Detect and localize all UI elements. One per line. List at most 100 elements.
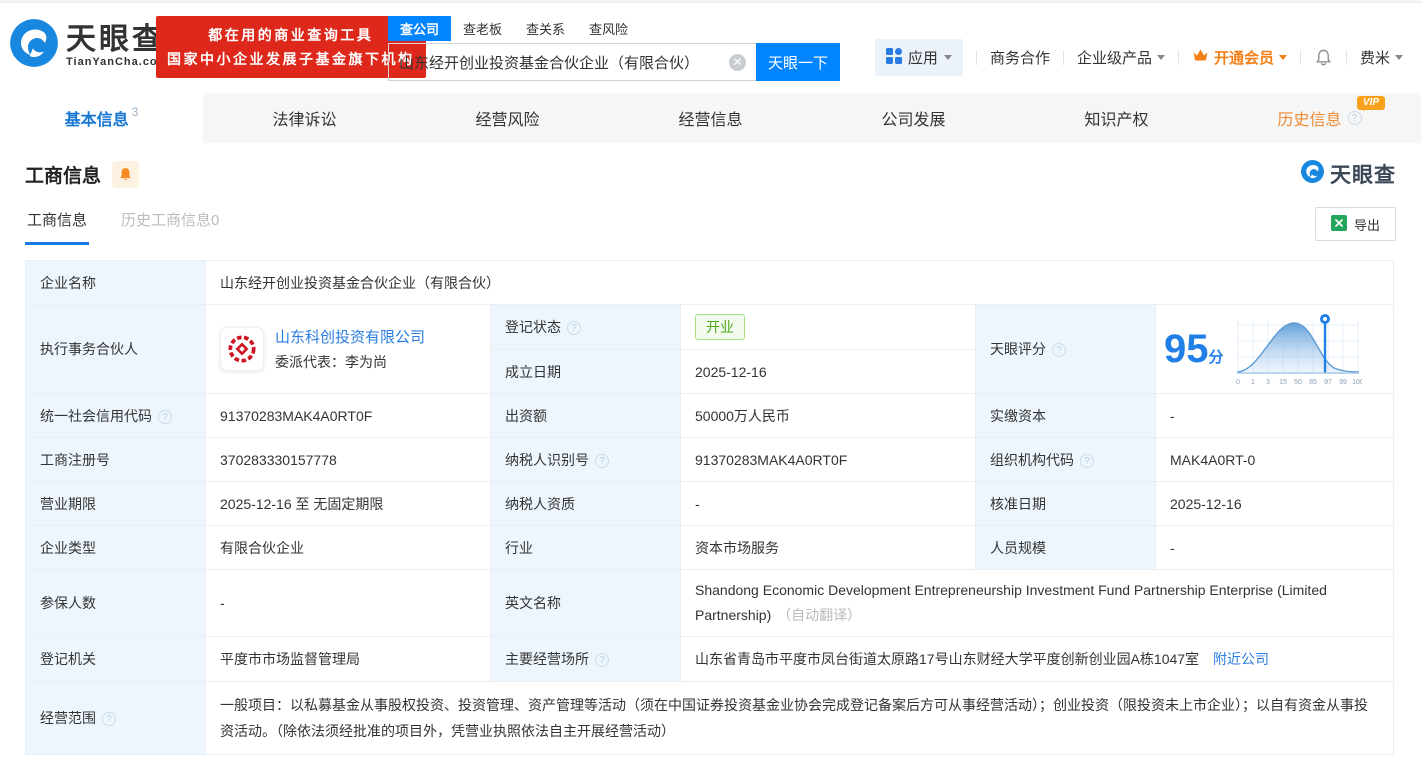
user-menu[interactable]: 费米 [1360, 47, 1403, 68]
insured-count-value: - [206, 570, 491, 637]
tab-label: 知识产权 [1084, 106, 1148, 130]
svg-text:3: 3 [1266, 379, 1270, 386]
field-label: 组织机构代码 [976, 438, 1156, 482]
tab-legal-litigation[interactable]: 法律诉讼 [203, 93, 406, 143]
approval-date-value: 2025-12-16 [1156, 482, 1394, 526]
business-scope-cell: 一般项目：以私募基金从事股权投资、投资管理、资产管理等活动（须在中国证券投资基金… [206, 682, 1394, 755]
search-tab-boss[interactable]: 查老板 [451, 16, 514, 41]
table-row: 营业期限 2025-12-16 至 无固定期限 纳税人资质 - 核准日期 202… [26, 482, 1394, 526]
field-label: 成立日期 [491, 350, 681, 394]
nav-enterprise-products[interactable]: 企业级产品 [1077, 47, 1165, 68]
auto-translate-note: （自动翻译） [777, 607, 861, 623]
tianyancha-logo[interactable]: 天眼查 TianYanCha.com [8, 17, 168, 74]
help-icon[interactable] [102, 712, 116, 726]
apps-label: 应用 [908, 47, 938, 68]
field-label: 工商注册号 [26, 438, 206, 482]
taxpayer-id-value: 91370283MAK4A0RT0F [681, 438, 976, 482]
score-axis-labels: 0 1 3 15 50 85 97 99 100 [1236, 379, 1362, 386]
apps-grid-icon [886, 48, 902, 68]
subscribe-bell-button[interactable] [112, 161, 139, 188]
clear-search-icon[interactable] [729, 54, 746, 71]
watermark-text: 天眼查 [1330, 159, 1396, 189]
field-label: 统一社会信用代码 [26, 394, 206, 438]
table-row: 经营范围 一般项目：以私募基金从事股权投资、投资管理、资产管理等活动（须在中国证… [26, 682, 1394, 755]
svg-text:100: 100 [1352, 379, 1362, 386]
score-distribution-chart: 0 1 3 15 50 85 97 99 100 [1234, 311, 1362, 387]
table-row: 参保人数 - 英文名称 Shandong Economic Developmen… [26, 570, 1394, 637]
tab-intellectual-property[interactable]: 知识产权 [1015, 93, 1218, 143]
tab-history-info[interactable]: VIP 历史信息 [1218, 93, 1421, 143]
promo-line2: 国家中小企业发展子基金旗下机构 [167, 47, 415, 71]
help-icon[interactable] [158, 410, 172, 424]
table-row: 企业类型 有限合伙企业 行业 资本市场服务 人员规模 - [26, 526, 1394, 570]
partner-company-logo[interactable] [220, 327, 264, 371]
chevron-down-icon [1395, 55, 1403, 64]
header-nav: 应用 商务合作 企业级产品 开通会员 [875, 39, 1403, 76]
tab-label: 经营信息 [678, 106, 742, 130]
help-icon[interactable] [1080, 454, 1094, 468]
org-code-value: MAK4A0RT-0 [1156, 438, 1394, 482]
field-label-text: 经营范围 [40, 710, 96, 726]
field-label: 纳税人识别号 [491, 438, 681, 482]
nav-cooperation[interactable]: 商务合作 [990, 47, 1050, 68]
table-row: 企业名称 山东经开创业投资基金合伙企业（有限合伙） [26, 261, 1394, 305]
svg-text:99: 99 [1339, 379, 1347, 386]
divider [1063, 50, 1064, 65]
search-tab-company[interactable]: 查公司 [388, 16, 451, 41]
tab-operating-info[interactable]: 经营信息 [609, 93, 812, 143]
search-button[interactable]: 天眼一下 [756, 43, 840, 81]
field-label: 核准日期 [976, 482, 1156, 526]
table-row: 登记机关 平度市市场监督管理局 主要经营场所 山东省青岛市平度市凤台街道太原路1… [26, 637, 1394, 682]
nearby-companies-link[interactable]: 附近公司 [1213, 651, 1269, 667]
notifications-bell[interactable] [1314, 48, 1333, 67]
tianyancha-logo-icon [8, 17, 60, 74]
staff-size-value: - [1156, 526, 1394, 570]
field-label-text: 统一社会信用代码 [40, 408, 152, 424]
help-icon[interactable] [595, 653, 609, 667]
field-label: 纳税人资质 [491, 482, 681, 526]
score-value: 95 [1164, 327, 1209, 371]
divider [1346, 50, 1347, 65]
help-icon[interactable] [1348, 111, 1362, 125]
chevron-down-icon [944, 55, 952, 64]
help-icon[interactable] [567, 321, 581, 335]
search-tab-risk[interactable]: 查风险 [577, 16, 640, 41]
tab-operating-risk[interactable]: 经营风险 [406, 93, 609, 143]
field-label-text: 登记状态 [505, 319, 561, 335]
partner-company-link[interactable]: 山东科创投资有限公司 [275, 329, 425, 346]
tab-label: 公司发展 [881, 106, 945, 130]
chevron-down-icon [1157, 55, 1165, 64]
registration-number-value: 370283330157778 [206, 438, 491, 482]
status-badge: 开业 [695, 314, 745, 340]
search-tab-relation[interactable]: 查关系 [514, 16, 577, 41]
tab-company-development[interactable]: 公司发展 [812, 93, 1015, 143]
search-input[interactable] [399, 54, 729, 71]
search-area: 查公司 查老板 查关系 查风险 天眼一下 [388, 15, 840, 81]
field-label-text: 主要经营场所 [505, 651, 589, 667]
tab-basic-info[interactable]: 基本信息 3 [0, 93, 203, 143]
table-row: 统一社会信用代码 91370283MAK4A0RT0F 出资额 50000万人民… [26, 394, 1394, 438]
field-label: 经营范围 [26, 682, 206, 755]
subtab-business-info[interactable]: 工商信息 [25, 209, 89, 245]
export-button[interactable]: 导出 [1315, 207, 1396, 241]
tab-label: 基本信息 [65, 106, 129, 130]
field-label-text: 纳税人识别号 [505, 452, 589, 468]
table-row: 执行事务合伙人 山东科创投资有限公司 委派代表：李为尚 登记状态 [26, 305, 1394, 350]
promo-line1: 都在用的商业查询工具 [167, 23, 415, 47]
help-icon[interactable] [595, 454, 609, 468]
tab-label: 经营风险 [475, 106, 539, 130]
divider [1300, 50, 1301, 65]
svg-text:50: 50 [1294, 379, 1302, 386]
promo-banner: 都在用的商业查询工具 国家中小企业发展子基金旗下机构 [156, 16, 426, 78]
brand-name: 天眼查 [66, 24, 168, 56]
nav-open-vip[interactable]: 开通会员 [1192, 47, 1287, 68]
nav-enterprise-label: 企业级产品 [1077, 47, 1152, 68]
business-info-table: 企业名称 山东经开创业投资基金合伙企业（有限合伙） 执行事务合伙人 山东科创投资… [25, 260, 1394, 755]
subtab-history-business-info[interactable]: 历史工商信息0 [119, 209, 221, 245]
field-label: 参保人数 [26, 570, 206, 637]
field-label-text: 天眼评分 [990, 341, 1046, 357]
apps-menu[interactable]: 应用 [875, 39, 963, 76]
registration-status-cell: 开业 [681, 305, 976, 350]
help-icon[interactable] [1052, 343, 1066, 357]
field-label: 登记机关 [26, 637, 206, 682]
